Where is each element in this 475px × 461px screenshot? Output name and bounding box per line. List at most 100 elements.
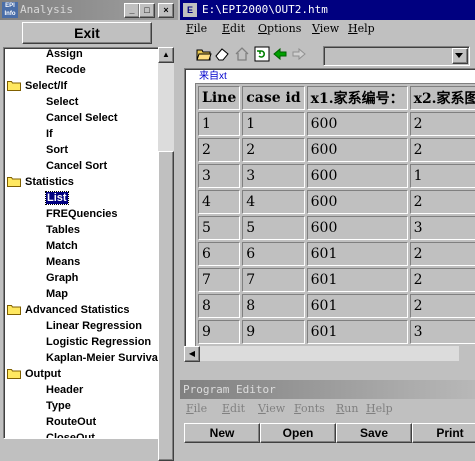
table-cell: 6 (198, 242, 241, 266)
chevron-down-icon[interactable] (452, 48, 468, 64)
table-cell: 5 (242, 216, 305, 240)
address-dropdown[interactable] (323, 46, 470, 66)
table-cell: 2 (409, 138, 475, 162)
tree-folder-advanced-statistics[interactable]: Advanced Statistics (7, 302, 130, 318)
forward-arrow-icon[interactable] (291, 46, 307, 62)
print-button[interactable]: Print (412, 423, 475, 443)
tree-item-kaplan-meier-survival[interactable]: Kaplan-Meier Survival (46, 350, 160, 366)
minimize-icon[interactable]: _ (124, 3, 140, 18)
tree-item-frequencies[interactable]: FREQuencies (46, 206, 118, 222)
column-header: case id (242, 86, 305, 110)
tree-label: Map (46, 288, 68, 300)
table-cell: 600 (306, 138, 408, 162)
editor-menu-edit[interactable]: Edit (222, 402, 245, 415)
horizontal-scrollbar[interactable]: ◀ (184, 346, 459, 362)
menu-help[interactable]: Help (348, 22, 375, 35)
tree-item-closeout[interactable]: CloseOut (46, 430, 95, 439)
open-folder-icon[interactable] (196, 46, 212, 62)
table-cell: 2 (409, 294, 475, 318)
table-cell: 7 (198, 268, 241, 292)
open-button[interactable]: Open (260, 423, 336, 443)
folder-icon (7, 80, 21, 91)
tree-item-recode[interactable]: Recode (46, 62, 86, 78)
tree-folder-statistics[interactable]: Statistics (7, 174, 74, 190)
tree-item-match[interactable]: Match (46, 238, 78, 254)
exit-button[interactable]: Exit (22, 22, 152, 44)
editor-menu-help[interactable]: Help (366, 402, 393, 415)
tree-item-graph[interactable]: Graph (46, 270, 78, 286)
stray-link-text[interactable]: 来自xt (199, 69, 227, 82)
table-cell: 601 (306, 242, 408, 266)
scroll-left-icon[interactable]: ◀ (184, 346, 200, 362)
command-tree-scrollbar[interactable]: ▲ (158, 47, 174, 461)
editor-menu-fonts[interactable]: Fonts (294, 402, 325, 415)
tree-label: Tables (46, 224, 81, 236)
eraser-icon[interactable] (214, 46, 230, 62)
editor-menu-run[interactable]: Run (336, 402, 358, 415)
table-cell: 2 (242, 138, 305, 162)
tree-label: Graph (46, 272, 79, 284)
tree-folder-select-if[interactable]: Select/If (7, 78, 67, 94)
tree-label: Header (46, 384, 84, 396)
folder-icon (7, 368, 21, 379)
tree-item-list[interactable]: List (45, 190, 69, 206)
table-cell: 600 (306, 216, 408, 240)
home-icon[interactable] (234, 46, 250, 62)
back-arrow-icon[interactable] (272, 46, 288, 62)
table-cell: 2 (409, 112, 475, 136)
analysis-title: Analysis (20, 3, 73, 16)
table-row: 4 4 600 2 (198, 190, 475, 214)
column-header: x1.家系编号： (306, 86, 408, 110)
tree-item-routeout[interactable]: RouteOut (46, 414, 96, 430)
tree-item-type[interactable]: Type (46, 398, 71, 414)
analysis-title-bar[interactable]: EPI Info Analysis _ □ × (0, 0, 178, 20)
tree-item-cancel-sort[interactable]: Cancel Sort (46, 158, 107, 174)
program-editor-title-bar[interactable]: Program Editor (180, 380, 475, 399)
menu-file[interactable]: File (186, 22, 207, 35)
tree-item-means[interactable]: Means (46, 254, 80, 270)
epi-info-app-icon: EPI Info (2, 2, 18, 18)
tree-item-assign[interactable]: Assign (46, 48, 83, 62)
tree-item-map[interactable]: Map (46, 286, 68, 302)
program-editor-title: Program Editor (183, 383, 276, 396)
scroll-up-icon[interactable]: ▲ (158, 47, 174, 63)
browser-title-bar[interactable]: E E:\EPI2000\OUT2.htm (180, 0, 475, 20)
tree-item-tables[interactable]: Tables (46, 222, 80, 238)
editor-menu-file[interactable]: File (186, 402, 207, 415)
output-table: Linecase idx1.家系编号：x2.家系图编 1160022260023… (195, 83, 475, 347)
maximize-icon[interactable]: □ (139, 3, 155, 18)
table-body: 1 1 600 2 2 2 600 2 3 3 600 1 4 4 600 2 5 5 600 3 6 6 601 2 7 7 60… (198, 112, 475, 344)
tree-item-cancel-select[interactable]: Cancel Select (46, 110, 118, 126)
refresh-icon[interactable] (254, 46, 270, 62)
tree-item-header[interactable]: Header (46, 382, 83, 398)
table-cell: 1 (409, 164, 475, 188)
menu-view[interactable]: View (312, 22, 339, 35)
table-row: 7 7 601 2 (198, 268, 475, 292)
editor-menu-view[interactable]: View (258, 402, 285, 415)
menu-edit[interactable]: Edit (222, 22, 245, 35)
close-icon[interactable]: × (158, 3, 174, 18)
column-header: Line (198, 86, 241, 110)
table-cell: 8 (198, 294, 241, 318)
tree-label: Select/If (25, 80, 68, 92)
save-button[interactable]: Save (336, 423, 412, 443)
tree-item-select[interactable]: Select (46, 94, 78, 110)
output-content: 来自xt Linecase idx1.家系编号：x2.家系图编 11600222… (184, 68, 475, 348)
tree-label: Kaplan-Meier Survival (46, 352, 160, 364)
scroll-thumb[interactable] (158, 151, 174, 461)
tree-label: CloseOut (46, 432, 95, 439)
tree-label: If (46, 128, 53, 140)
menu-options[interactable]: Options (258, 22, 301, 35)
tree-item-sort[interactable]: Sort (46, 142, 68, 158)
table-cell: 2 (409, 268, 475, 292)
new-button[interactable]: New (184, 423, 260, 443)
tree-label: Recode (46, 64, 86, 76)
tree-label: Output (25, 368, 62, 380)
tree-label: Match (46, 240, 78, 252)
tree-folder-output[interactable]: Output (7, 366, 61, 382)
tree-item-logistic-regression[interactable]: Logistic Regression (46, 334, 151, 350)
tree-item-linear-regression[interactable]: Linear Regression (46, 318, 142, 334)
table-row: 1 1 600 2 (198, 112, 475, 136)
tree-item-if[interactable]: If (46, 126, 53, 142)
program-editor-window: Program Editor File Edit View Fonts Run Help … (180, 380, 475, 443)
